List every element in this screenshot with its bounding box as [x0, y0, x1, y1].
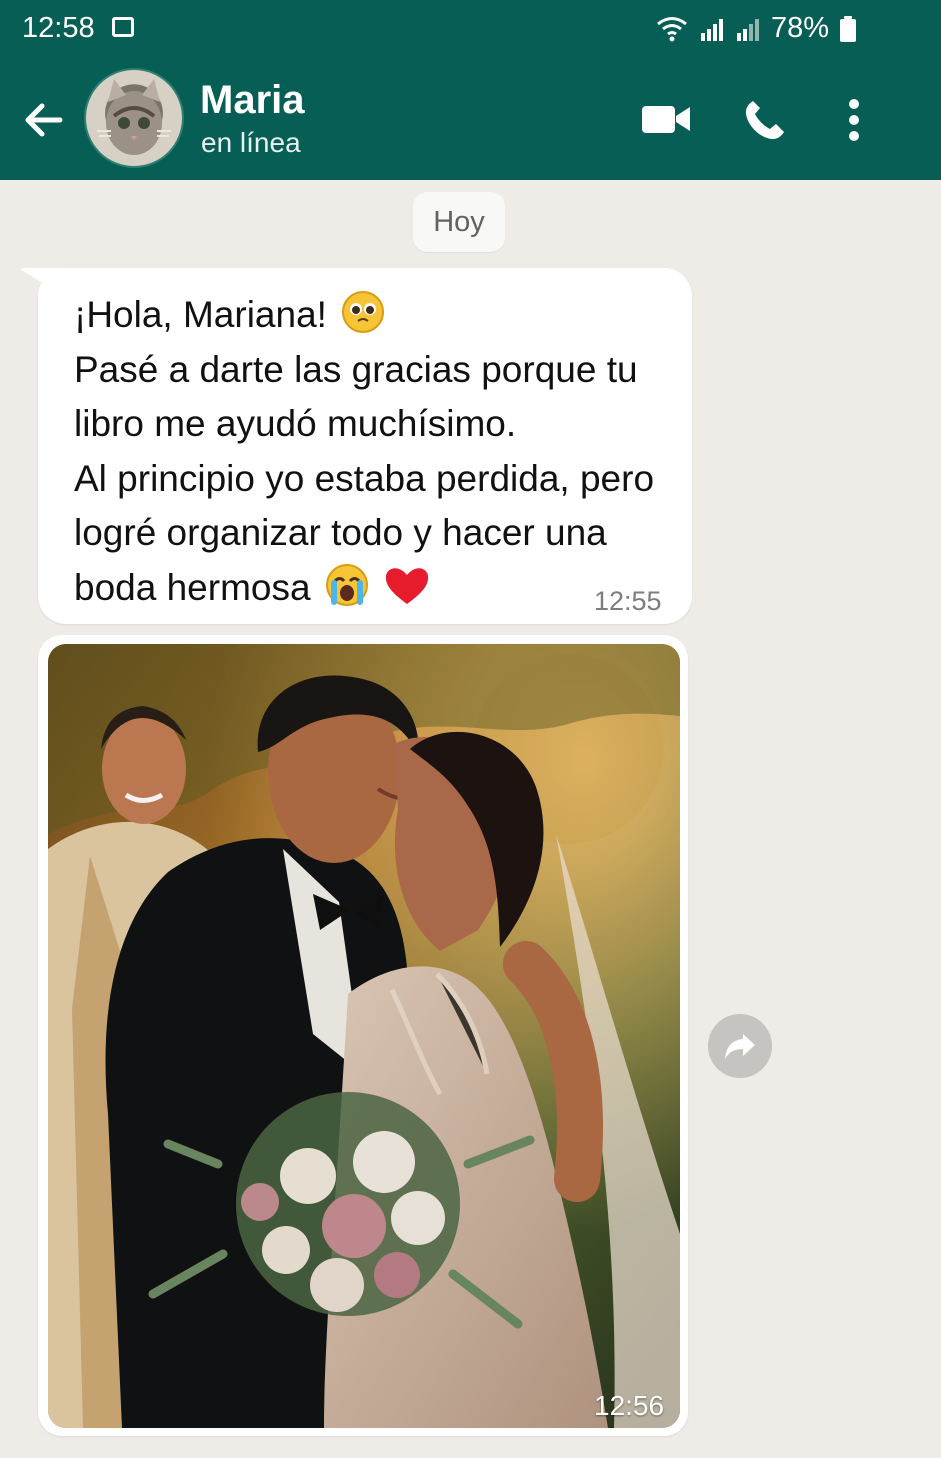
battery-icon [840, 15, 856, 42]
contact-name[interactable]: Maria [200, 78, 305, 123]
message-line: logré organizar todo y hacer una [74, 512, 607, 553]
wifi-icon [657, 16, 687, 41]
image-time: 12:56 [594, 1390, 665, 1421]
date-divider: Hoy [413, 192, 505, 252]
app-header: 12:58 78% Maria en línea [0, 0, 941, 180]
message-line: Pasé a darte las gracias porque tu [74, 348, 638, 390]
red-heart-icon [386, 567, 429, 604]
status-time: 12:58 [22, 12, 95, 44]
message-line: Al principio yo estaba perdida, pero [74, 457, 655, 499]
pleading-face-icon [342, 291, 385, 333]
message-line: libro me ayudó muchísimo. [74, 403, 517, 444]
gallery-icon [112, 17, 134, 37]
signal-icon [700, 18, 723, 41]
battery-text: 78% [770, 12, 829, 44]
forward-icon [725, 1034, 755, 1059]
crying-face-icon [325, 563, 368, 606]
contact-status: en línea [201, 127, 301, 158]
status-icons: 78% [655, 12, 857, 45]
message-time: 12:55 [594, 586, 662, 616]
avatar[interactable] [84, 68, 184, 168]
message-text[interactable]: ¡Hola, Mariana! Pasé a darte las gracias… [74, 288, 664, 615]
back-arrow-icon[interactable] [22, 100, 64, 140]
signal-icon [736, 18, 759, 41]
more-options-icon[interactable] [848, 98, 860, 142]
message-line: ¡Hola, Mariana! [74, 294, 327, 335]
video-call-icon[interactable] [640, 102, 692, 136]
message-line: boda hermosa [74, 566, 311, 608]
phone-call-icon[interactable] [742, 98, 786, 142]
wedding-photo[interactable] [48, 644, 680, 1428]
forward-button[interactable] [708, 1014, 772, 1078]
